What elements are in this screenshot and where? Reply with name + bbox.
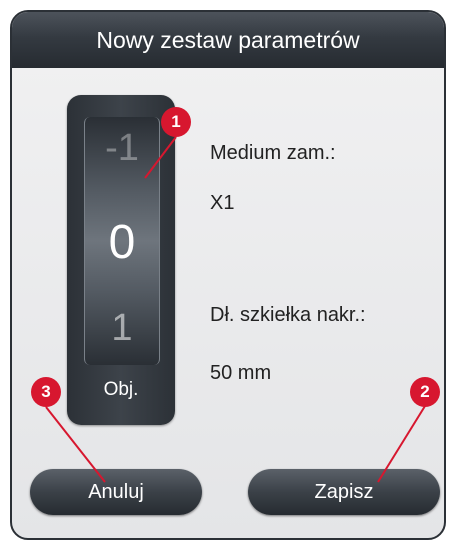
mounting-medium-label: Medium zam.:	[210, 142, 336, 164]
mounting-medium-value: X1	[210, 192, 235, 214]
dialog-title: Nowy zestaw parametrów	[12, 12, 444, 68]
save-button[interactable]: Zapisz	[248, 469, 440, 515]
cancel-button[interactable]: Anuluj	[30, 469, 202, 515]
wheel-value-below[interactable]: 1	[85, 307, 159, 350]
coverslip-length-value: 50 mm	[210, 362, 272, 384]
wheel-value-selected: 0	[108, 216, 136, 269]
callout-1-badge: 1	[161, 107, 191, 137]
wheel-track[interactable]: -1 0 1	[84, 117, 160, 365]
wheel-label: Obj.	[103, 379, 139, 400]
wheel-value-above[interactable]: -1	[85, 127, 159, 170]
new-parameter-set-dialog: Nowy zestaw parametrów -1 0 1 Obj. Mediu…	[10, 10, 446, 540]
callout-3-badge: 3	[31, 377, 61, 407]
coverslip-length-label: Dł. szkiełka nakr.:	[210, 304, 366, 326]
volume-selector-wheel[interactable]: -1 0 1 Obj.	[67, 95, 175, 425]
callout-2-badge: 2	[410, 377, 440, 407]
